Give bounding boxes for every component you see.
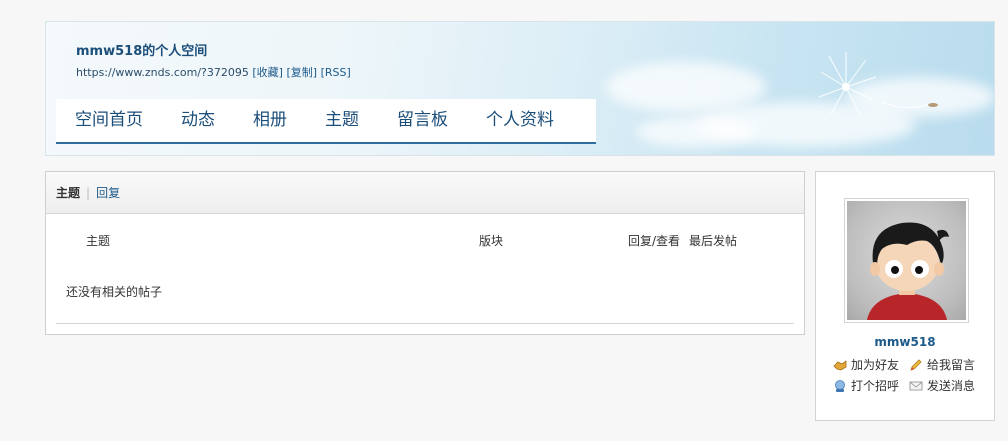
rss-link[interactable]: [RSS]	[321, 66, 351, 79]
cloud-decoration	[606, 62, 766, 112]
handshake-icon	[833, 358, 847, 372]
wave-icon	[833, 379, 847, 393]
column-forum: 版块	[479, 234, 504, 248]
divider	[56, 323, 794, 324]
column-subject: 主题	[86, 234, 111, 248]
empty-message: 还没有相关的帖子	[66, 285, 163, 299]
envelope-icon	[909, 379, 923, 393]
nav-item-album[interactable]: 相册	[234, 98, 306, 143]
space-url-line: https://www.znds.com/?372095 [收藏] [复制] […	[76, 64, 351, 80]
column-replies-views: 回复/查看	[628, 234, 681, 248]
nav-item-feed[interactable]: 动态	[162, 98, 234, 143]
pencil-icon	[909, 358, 923, 372]
dandelion-icon	[818, 52, 938, 118]
send-message-label: 发送消息	[927, 379, 976, 393]
tab-replies[interactable]: 回复	[96, 184, 120, 201]
poke-link[interactable]: 打个招呼	[833, 377, 899, 394]
poke-label: 打个招呼	[851, 379, 900, 393]
space-nav: 空间首页 动态 相册 主题 留言板 个人资料	[56, 99, 596, 144]
nav-item-guestbook[interactable]: 留言板	[378, 98, 467, 143]
profile-username[interactable]: mmw518	[816, 335, 994, 349]
threads-tabbar: 主题 | 回复	[46, 172, 804, 214]
space-url: https://www.znds.com/?372095	[76, 66, 249, 79]
leave-message-link[interactable]: 给我留言	[909, 356, 975, 373]
favorite-link[interactable]: [收藏]	[252, 66, 283, 79]
add-friend-link[interactable]: 加为好友	[833, 356, 899, 373]
nav-item-home[interactable]: 空间首页	[56, 98, 162, 143]
nav-item-profile[interactable]: 个人资料	[467, 98, 573, 143]
avatar-image	[847, 201, 966, 320]
avatar[interactable]	[844, 198, 969, 323]
threads-table-header: 主题 版块 回复/查看 最后发帖	[46, 214, 804, 264]
nav-item-threads[interactable]: 主题	[306, 98, 378, 143]
column-last-post: 最后发帖	[689, 234, 738, 248]
add-friend-label: 加为好友	[851, 358, 900, 372]
space-header: mmw518的个人空间 https://www.znds.com/?372095…	[45, 21, 995, 156]
copy-link[interactable]: [复制]	[286, 66, 317, 79]
cloud-decoration	[636, 117, 756, 147]
cartoon-boy-icon	[867, 222, 949, 320]
tab-separator: |	[86, 185, 91, 200]
send-message-link[interactable]: 发送消息	[909, 377, 975, 394]
leave-message-label: 给我留言	[927, 358, 976, 372]
space-title[interactable]: mmw518的个人空间	[76, 40, 207, 59]
threads-panel: 主题 | 回复 主题 版块 回复/查看 最后发帖 还没有相关的帖子	[45, 171, 805, 335]
profile-card: mmw518 加为好友 给我留言 打个招呼 发送消息	[815, 171, 995, 421]
tab-threads[interactable]: 主题	[56, 184, 80, 201]
